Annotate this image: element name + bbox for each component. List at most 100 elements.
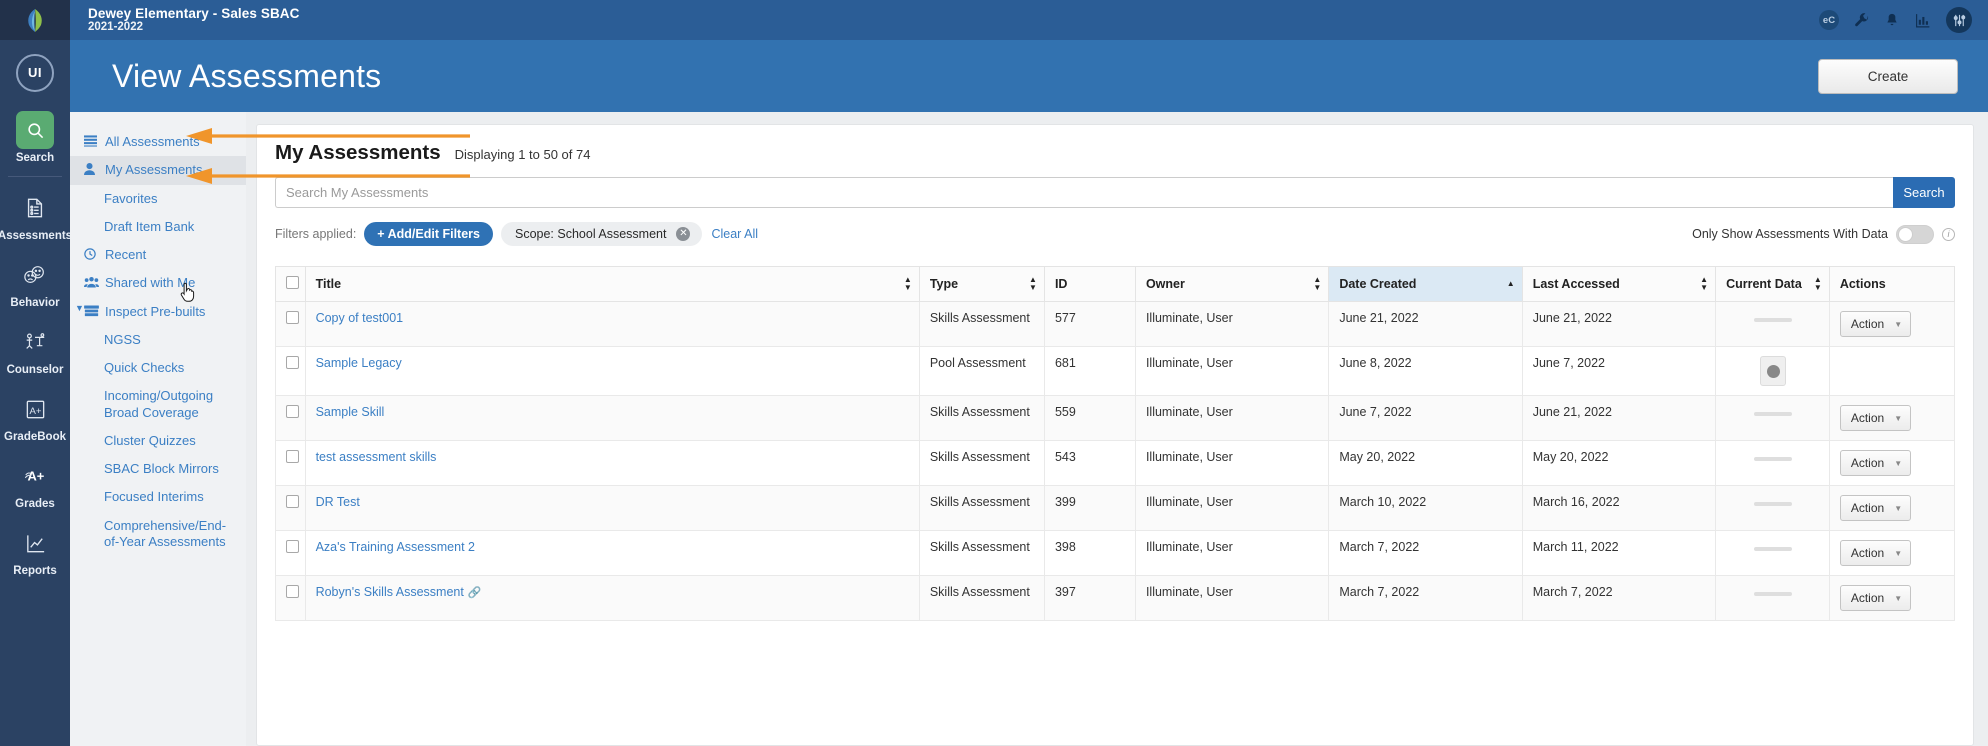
th-select-all[interactable] bbox=[275, 266, 306, 302]
select-all-checkbox[interactable] bbox=[286, 276, 299, 289]
ec-badge-icon[interactable]: eC bbox=[1819, 10, 1839, 30]
create-button[interactable]: Create bbox=[1818, 58, 1958, 94]
th-id[interactable]: ID bbox=[1044, 266, 1136, 302]
th-current-data[interactable]: Current Data ▲ ▼ bbox=[1715, 266, 1830, 302]
sidebar-item-shared-with-me[interactable]: Shared with Me bbox=[70, 269, 246, 297]
user-avatar-wrap[interactable]: UI bbox=[0, 40, 70, 105]
cell-date-created: June 21, 2022 bbox=[1328, 301, 1523, 347]
rail-item-search[interactable]: Search bbox=[0, 105, 70, 172]
th-date-created[interactable]: Date Created ▲ bbox=[1328, 266, 1523, 302]
current-data-indicator[interactable] bbox=[1760, 356, 1787, 386]
th-title[interactable]: Title ▲ ▼ bbox=[305, 266, 920, 302]
assessment-title-link[interactable]: Sample Legacy bbox=[316, 356, 402, 370]
action-dropdown-button[interactable]: Action ▼ bbox=[1839, 450, 1912, 476]
rail-item-assessments[interactable]: Assessments bbox=[0, 183, 70, 250]
cell-actions: Action ▼ bbox=[1829, 440, 1956, 486]
action-dropdown-button[interactable]: Action ▼ bbox=[1839, 495, 1912, 521]
bar-chart-icon[interactable] bbox=[1914, 12, 1932, 29]
assessment-title-link[interactable]: test assessment skills bbox=[316, 450, 437, 464]
cell-current-data bbox=[1715, 575, 1830, 621]
search-icon bbox=[16, 111, 54, 149]
sidebar-item-quick-checks[interactable]: Quick Checks bbox=[70, 354, 246, 382]
action-dropdown-button[interactable]: Action ▼ bbox=[1839, 540, 1912, 566]
row-checkbox[interactable] bbox=[286, 585, 299, 598]
wrench-icon[interactable] bbox=[1853, 12, 1870, 29]
page-banner: View Assessments Create bbox=[70, 40, 1988, 112]
th-id-label: ID bbox=[1054, 277, 1068, 291]
sort-icon-type[interactable]: ▲ ▼ bbox=[1029, 276, 1037, 292]
sidebar-item-all-assessments[interactable]: All Assessments bbox=[70, 128, 246, 156]
row-checkbox[interactable] bbox=[286, 356, 299, 369]
search-button[interactable]: Search bbox=[1893, 177, 1955, 208]
sidebar-item-focused-interims[interactable]: Focused Interims bbox=[70, 483, 246, 511]
row-checkbox[interactable] bbox=[286, 450, 299, 463]
rail-item-reports[interactable]: Reports bbox=[0, 518, 70, 585]
assessments-card: My Assessments Displaying 1 to 50 of 74 … bbox=[256, 124, 1974, 746]
sidebar-item-draft-item-bank[interactable]: Draft Item Bank bbox=[70, 213, 246, 241]
th-type[interactable]: Type ▲ ▼ bbox=[919, 266, 1045, 302]
row-select-cell bbox=[275, 395, 306, 441]
assessment-title-link[interactable]: DR Test bbox=[316, 495, 360, 509]
action-dropdown-button[interactable]: Action ▼ bbox=[1839, 585, 1912, 611]
sliders-icon[interactable] bbox=[1946, 7, 1972, 33]
rail-item-counselor[interactable]: Counselor bbox=[0, 317, 70, 384]
sidebar-item-incoming-outgoing-broad-coverage[interactable]: Incoming/Outgoing Broad Coverage bbox=[70, 382, 246, 427]
sort-icon-last-accessed[interactable]: ▲ ▼ bbox=[1700, 276, 1708, 292]
add-edit-filters-button[interactable]: + Add/Edit Filters bbox=[364, 222, 493, 246]
row-select-cell bbox=[275, 440, 306, 486]
sidebar-item-favorites[interactable]: Favorites bbox=[70, 185, 246, 213]
info-icon[interactable]: i bbox=[1942, 227, 1955, 241]
action-dropdown-button[interactable]: Action ▼ bbox=[1839, 405, 1912, 431]
only-show-with-data-toggle[interactable] bbox=[1896, 224, 1934, 244]
sort-icon-current-data[interactable]: ▲ ▼ bbox=[1814, 276, 1822, 292]
top-bar: Dewey Elementary - Sales SBAC 2021-2022 … bbox=[70, 0, 1988, 40]
assessment-title-link[interactable]: Robyn's Skills Assessment bbox=[316, 585, 464, 599]
cell-id: 577 bbox=[1044, 301, 1136, 347]
cell-type: Skills Assessment bbox=[919, 301, 1045, 347]
cell-current-data bbox=[1715, 440, 1830, 486]
cell-date-created: March 7, 2022 bbox=[1328, 575, 1523, 621]
sidebar-label-ngss: NGSS bbox=[104, 331, 141, 347]
sidebar-item-cluster-quizzes[interactable]: Cluster Quizzes bbox=[70, 427, 246, 455]
row-checkbox[interactable] bbox=[286, 311, 299, 324]
cell-id: 543 bbox=[1044, 440, 1136, 486]
assessment-title-link[interactable]: Copy of test001 bbox=[316, 311, 404, 325]
rail-item-gradebook[interactable]: A+ GradeBook bbox=[0, 384, 70, 451]
th-owner[interactable]: Owner ▲ ▼ bbox=[1135, 266, 1330, 302]
svg-text:A+: A+ bbox=[27, 469, 44, 484]
app-logo[interactable] bbox=[0, 0, 70, 40]
sort-icon-title[interactable]: ▲ ▼ bbox=[904, 276, 912, 292]
cell-title: Sample Legacy bbox=[305, 346, 920, 396]
assessment-title-link[interactable]: Sample Skill bbox=[316, 405, 385, 419]
cell-owner: Illuminate, User bbox=[1135, 575, 1330, 621]
sort-icon-date-created-asc[interactable]: ▲ bbox=[1507, 280, 1515, 288]
cell-current-data bbox=[1715, 530, 1830, 576]
sidebar-item-sbac-block-mirrors[interactable]: SBAC Block Mirrors bbox=[70, 455, 246, 483]
clear-all-link[interactable]: Clear All bbox=[711, 227, 758, 241]
cell-actions: Action ▼ bbox=[1829, 575, 1956, 621]
sidebar-item-recent[interactable]: Recent bbox=[70, 241, 246, 269]
sidebar-item-my-assessments[interactable]: My Assessments bbox=[70, 156, 246, 185]
sidebar-item-inspect-pre-builts[interactable]: ▼ Inspect Pre-builts bbox=[70, 298, 246, 326]
search-input[interactable] bbox=[275, 177, 1893, 208]
row-checkbox[interactable] bbox=[286, 405, 299, 418]
sidebar-item-comprehensive-end-of-year[interactable]: Comprehensive/End-of-Year Assessments bbox=[70, 512, 246, 557]
row-checkbox[interactable] bbox=[286, 540, 299, 553]
sidebar-label-inspect-pre-builts: Inspect Pre-builts bbox=[105, 303, 206, 319]
close-circle-icon[interactable]: ✕ bbox=[676, 227, 691, 241]
rail-item-behavior[interactable]: Behavior bbox=[0, 250, 70, 317]
assessment-title-link[interactable]: Aza's Training Assessment 2 bbox=[316, 540, 475, 554]
row-checkbox[interactable] bbox=[286, 495, 299, 508]
cell-title: DR Test bbox=[305, 485, 920, 531]
th-last-accessed[interactable]: Last Accessed ▲ ▼ bbox=[1522, 266, 1717, 302]
action-dropdown-button[interactable]: Action ▼ bbox=[1839, 311, 1912, 337]
chevron-down-icon[interactable]: ▼ bbox=[75, 303, 84, 313]
cell-actions: Action ▼ bbox=[1829, 301, 1956, 347]
cell-title: test assessment skills bbox=[305, 440, 920, 486]
sidebar-item-ngss[interactable]: NGSS bbox=[70, 326, 246, 354]
sort-icon-owner[interactable]: ▲ ▼ bbox=[1313, 276, 1321, 292]
external-link-icon[interactable]: 🔗 bbox=[468, 587, 482, 599]
rail-item-grades[interactable]: A+ Grades bbox=[0, 451, 70, 518]
bell-icon[interactable] bbox=[1884, 12, 1900, 29]
avatar[interactable]: UI bbox=[16, 53, 54, 92]
